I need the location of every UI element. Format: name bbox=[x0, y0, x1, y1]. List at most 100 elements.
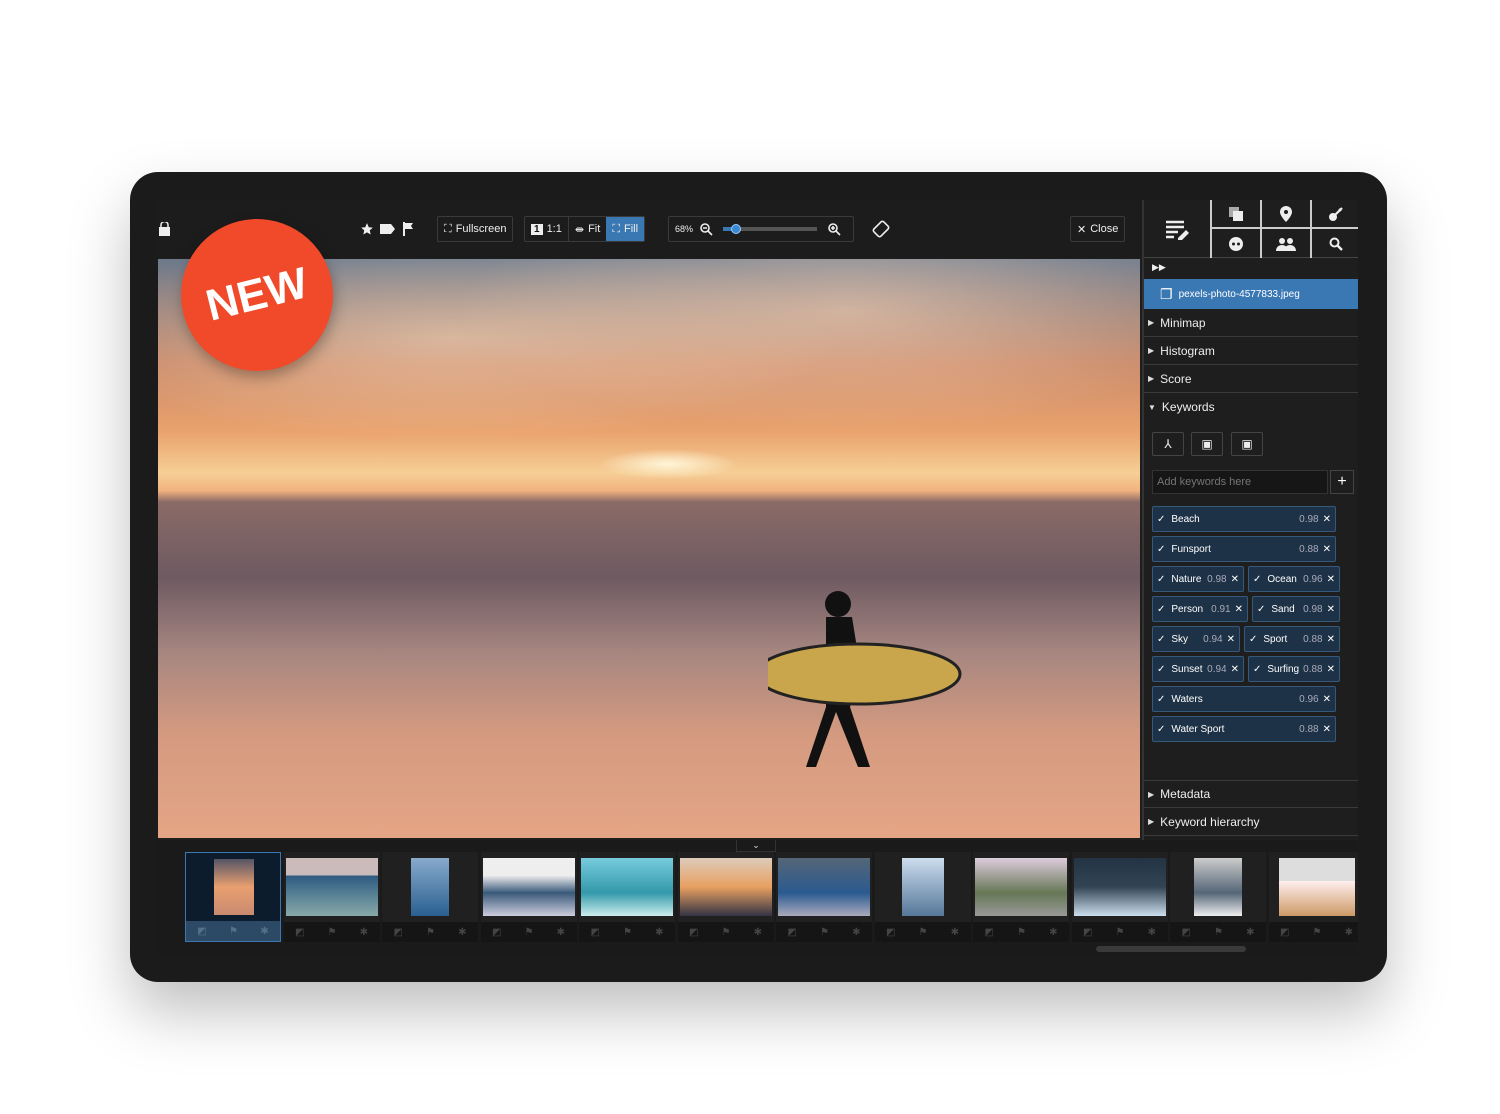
lock-icon[interactable] bbox=[158, 222, 172, 236]
zoom-in-icon[interactable] bbox=[827, 222, 841, 236]
filmstrip-thumbnail[interactable]: ◩ ⚑ ✱ bbox=[283, 852, 380, 942]
reject-icon[interactable]: ◩ bbox=[788, 927, 797, 938]
remove-keyword-icon[interactable]: ✕ bbox=[1323, 724, 1331, 735]
fill-button[interactable]: ⛶ Fill bbox=[606, 217, 645, 241]
filmstrip-scrollbar[interactable] bbox=[1096, 946, 1246, 952]
star-off-icon[interactable]: ✱ bbox=[1345, 927, 1353, 938]
reject-icon[interactable]: ◩ bbox=[1083, 927, 1092, 938]
star-off-icon[interactable]: ✱ bbox=[360, 927, 368, 938]
remove-keyword-icon[interactable]: ✕ bbox=[1323, 694, 1331, 705]
label-icon[interactable] bbox=[380, 223, 396, 235]
section-keyword-hierarchy[interactable]: ▶ Keyword hierarchy bbox=[1144, 808, 1358, 836]
section-score[interactable]: ▶ Score bbox=[1144, 365, 1358, 393]
keyword-chip[interactable]: ✓ Nature 0.98 ✕ bbox=[1152, 566, 1244, 592]
star-off-icon[interactable]: ✱ bbox=[754, 927, 762, 938]
collapse-panel-icon[interactable]: ▶▶ bbox=[1152, 262, 1166, 273]
flag-icon[interactable]: ⚑ bbox=[525, 927, 534, 938]
flag-icon[interactable]: ⚑ bbox=[1116, 927, 1125, 938]
reject-icon[interactable]: ◩ bbox=[197, 926, 206, 937]
star-off-icon[interactable]: ✱ bbox=[458, 927, 466, 938]
filmstrip-thumbnail[interactable]: ◩ ⚑ ✱ bbox=[382, 852, 478, 942]
keyword-chip[interactable]: ✓ Funsport 0.88 ✕ bbox=[1152, 536, 1336, 562]
remove-keyword-icon[interactable]: ✕ bbox=[1231, 574, 1239, 585]
keyword-input[interactable] bbox=[1152, 470, 1328, 494]
close-button[interactable]: ✕ Close bbox=[1070, 216, 1126, 242]
remove-keyword-icon[interactable]: ✕ bbox=[1235, 604, 1243, 615]
reject-icon[interactable]: ◩ bbox=[689, 927, 698, 938]
remove-keyword-icon[interactable]: ✕ bbox=[1327, 574, 1335, 585]
keyword-chip[interactable]: ✓ Sand 0.98 ✕ bbox=[1252, 596, 1340, 622]
one-to-one-button[interactable]: 1 1:1 bbox=[525, 217, 568, 241]
keyword-chip[interactable]: ✓ Sport 0.88 ✕ bbox=[1244, 626, 1340, 652]
keyword-chip[interactable]: ✓ Sunset 0.94 ✕ bbox=[1152, 656, 1244, 682]
add-keyword-button[interactable]: + bbox=[1330, 470, 1354, 494]
zoom-slider[interactable] bbox=[723, 224, 818, 234]
filmstrip-thumbnail[interactable]: ◩ ⚑ ✱ bbox=[1071, 852, 1168, 942]
tab-people[interactable] bbox=[1260, 229, 1310, 258]
zoom-out-icon[interactable] bbox=[699, 222, 713, 236]
flag-icon[interactable]: ⚑ bbox=[623, 927, 632, 938]
remove-keyword-icon[interactable]: ✕ bbox=[1227, 634, 1235, 645]
filmstrip-thumbnail[interactable]: ◩ ⚑ ✱ bbox=[874, 852, 971, 942]
flag-icon[interactable]: ⚑ bbox=[820, 927, 829, 938]
keyword-chip[interactable]: ✓ Person 0.91 ✕ bbox=[1152, 596, 1248, 622]
section-keywords[interactable]: ▼ Keywords bbox=[1144, 393, 1358, 421]
fit-button[interactable]: ⇼ Fit bbox=[567, 217, 606, 241]
tab-search[interactable] bbox=[1310, 229, 1358, 258]
tab-location[interactable] bbox=[1260, 200, 1310, 229]
star-off-icon[interactable]: ✱ bbox=[655, 927, 663, 938]
import-keywords-button[interactable]: ▣ bbox=[1191, 432, 1223, 456]
section-metadata[interactable]: ▶ Metadata bbox=[1144, 780, 1358, 808]
reject-icon[interactable]: ◩ bbox=[591, 927, 600, 938]
reject-icon[interactable]: ◩ bbox=[1280, 927, 1289, 938]
tab-face[interactable] bbox=[1210, 229, 1260, 258]
tab-key[interactable] bbox=[1310, 200, 1358, 229]
section-histogram[interactable]: ▶ Histogram bbox=[1144, 337, 1358, 365]
reject-icon[interactable]: ◩ bbox=[1182, 927, 1191, 938]
star-icon[interactable] bbox=[360, 222, 374, 236]
reject-icon[interactable]: ◩ bbox=[985, 927, 994, 938]
remove-keyword-icon[interactable]: ✕ bbox=[1327, 664, 1335, 675]
fullscreen-button[interactable]: ⛶ Fullscreen bbox=[437, 216, 514, 242]
section-minimap[interactable]: ▶ Minimap bbox=[1144, 309, 1358, 337]
remove-keyword-icon[interactable]: ✕ bbox=[1323, 544, 1331, 555]
keyword-chip[interactable]: ✓ Beach 0.98 ✕ bbox=[1152, 506, 1336, 532]
remove-keyword-icon[interactable]: ✕ bbox=[1327, 604, 1335, 615]
filmstrip-thumbnail[interactable]: ◩ ⚑ ✱ bbox=[185, 852, 281, 942]
remove-keyword-icon[interactable]: ✕ bbox=[1231, 664, 1239, 675]
filmstrip-thumbnail[interactable]: ◩ ⚑ ✱ bbox=[480, 852, 577, 942]
reject-icon[interactable]: ◩ bbox=[394, 927, 403, 938]
star-off-icon[interactable]: ✱ bbox=[951, 927, 959, 938]
keyword-chip[interactable]: ✓ Ocean 0.96 ✕ bbox=[1248, 566, 1340, 592]
flag-icon[interactable]: ⚑ bbox=[1017, 927, 1026, 938]
filmstrip-thumbnail[interactable]: ◩ ⚑ ✱ bbox=[1170, 852, 1266, 942]
file-item[interactable]: ❐ pexels-photo-4577833.jpeg bbox=[1144, 279, 1358, 309]
star-off-icon[interactable]: ✱ bbox=[557, 927, 565, 938]
reject-icon[interactable]: ◩ bbox=[492, 927, 501, 938]
star-off-icon[interactable]: ✱ bbox=[1246, 927, 1254, 938]
filmstrip-thumbnail[interactable]: ◩ ⚑ ✱ bbox=[973, 852, 1069, 942]
flag-icon[interactable]: ⚑ bbox=[426, 927, 435, 938]
filmstrip-thumbnail[interactable]: ◩ ⚑ ✱ bbox=[1268, 852, 1358, 942]
keyword-chip[interactable]: ✓ Sky 0.94 ✕ bbox=[1152, 626, 1240, 652]
merge-keywords-button[interactable]: ⅄ bbox=[1152, 432, 1184, 456]
remove-keyword-icon[interactable]: ✕ bbox=[1327, 634, 1335, 645]
star-off-icon[interactable]: ✱ bbox=[1148, 927, 1156, 938]
export-keywords-button[interactable]: ▣ bbox=[1231, 432, 1263, 456]
reject-icon[interactable]: ◩ bbox=[295, 927, 304, 938]
rotate-icon[interactable] bbox=[872, 220, 890, 238]
tab-duplicates[interactable] bbox=[1210, 200, 1260, 229]
flag-icon[interactable]: ⚑ bbox=[919, 927, 928, 938]
flag-icon[interactable] bbox=[402, 222, 414, 236]
reject-icon[interactable]: ◩ bbox=[886, 927, 895, 938]
flag-icon[interactable]: ⚑ bbox=[1214, 927, 1223, 938]
flag-icon[interactable]: ⚑ bbox=[722, 927, 731, 938]
star-off-icon[interactable]: ✱ bbox=[852, 927, 860, 938]
flag-icon[interactable]: ⚑ bbox=[328, 927, 337, 938]
tab-edit-info[interactable] bbox=[1144, 200, 1210, 258]
remove-keyword-icon[interactable]: ✕ bbox=[1323, 514, 1331, 525]
filmstrip-thumbnail[interactable]: ◩ ⚑ ✱ bbox=[776, 852, 872, 942]
keyword-chip[interactable]: ✓ Waters 0.96 ✕ bbox=[1152, 686, 1336, 712]
star-off-icon[interactable]: ✱ bbox=[260, 926, 268, 937]
filmstrip-thumbnail[interactable]: ◩ ⚑ ✱ bbox=[579, 852, 675, 942]
